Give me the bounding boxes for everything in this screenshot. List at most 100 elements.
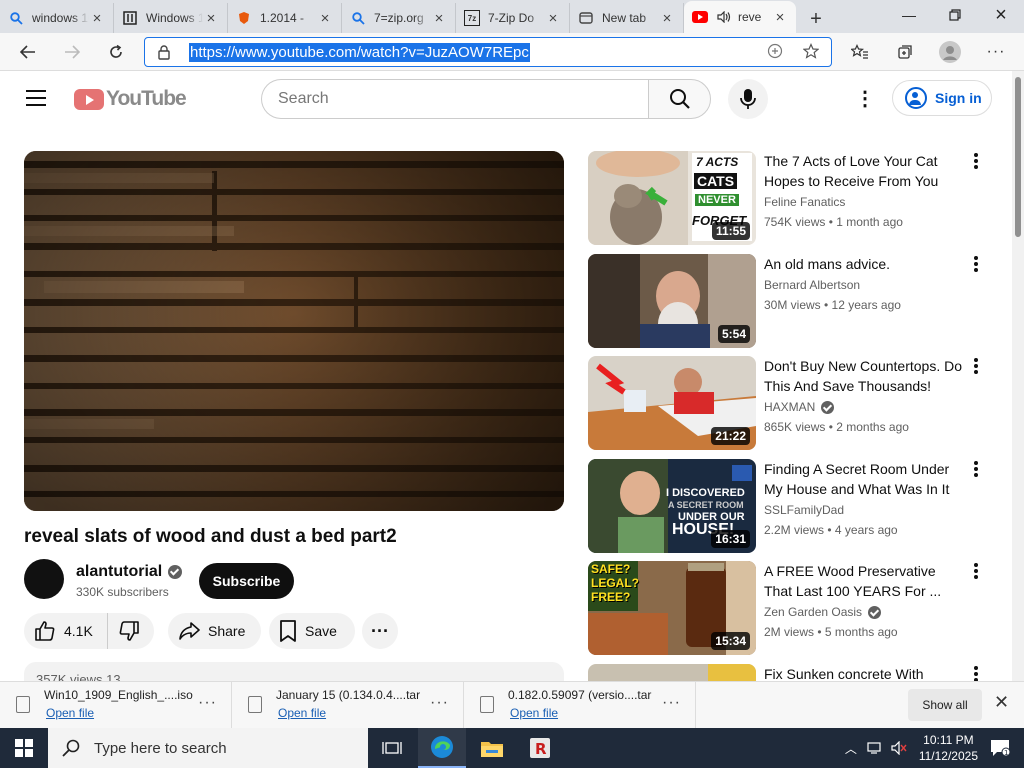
recommendation-item[interactable]: I DISCOVERED A SECRET ROOM UNDER OUR HOU… xyxy=(588,459,1008,553)
recommendation-item[interactable]: SAFE? LEGAL? FREE? 15:34 A FREE Wood Pre… xyxy=(588,561,1008,655)
hamburger-menu-icon[interactable] xyxy=(26,90,46,106)
close-window-icon[interactable]: × xyxy=(978,0,1024,30)
file-explorer-icon[interactable] xyxy=(468,728,516,768)
more-options-icon[interactable] xyxy=(968,563,984,583)
search-button[interactable] xyxy=(648,79,711,119)
voice-search-button[interactable] xyxy=(728,79,768,119)
open-file-link[interactable]: Open file xyxy=(278,706,326,720)
search-input[interactable]: Search xyxy=(261,79,649,119)
task-view-icon[interactable] xyxy=(368,728,416,768)
favorite-star-icon[interactable] xyxy=(801,43,821,63)
share-button[interactable]: Share xyxy=(168,613,261,649)
profile-avatar[interactable] xyxy=(936,38,964,66)
more-options-icon[interactable] xyxy=(968,153,984,173)
recommendation-item[interactable]: Fix Sunken concrete With xyxy=(588,664,1008,681)
chevron-up-icon[interactable]: ︿ xyxy=(845,740,857,757)
download-item[interactable]: 0.182.0.59097 (versio....tar Open file ·… xyxy=(464,682,696,728)
close-icon[interactable]: × xyxy=(431,10,447,27)
video-thumbnail[interactable]: 5:54 xyxy=(588,254,756,348)
restore-icon[interactable] xyxy=(932,0,978,30)
recommendation-title[interactable]: Finding A Secret Room Under My House and… xyxy=(764,459,964,499)
dislike-button[interactable] xyxy=(108,613,148,649)
edge-browser-icon[interactable] xyxy=(418,728,466,768)
video-thumbnail[interactable]: SAFE? LEGAL? FREE? 15:34 xyxy=(588,561,756,655)
channel-name-text[interactable]: HAXMAN xyxy=(764,400,815,414)
more-options-icon[interactable]: ··· xyxy=(430,694,449,712)
refresh-icon[interactable] xyxy=(102,38,130,66)
close-icon[interactable]: × xyxy=(545,10,561,27)
more-options-icon[interactable] xyxy=(968,256,984,276)
tab-windows-search[interactable]: windows 10 × xyxy=(0,3,114,33)
download-item[interactable]: January 15 (0.134.0.4....tar Open file ·… xyxy=(232,682,464,728)
open-file-link[interactable]: Open file xyxy=(46,706,94,720)
tab-7zip-search[interactable]: 7=zip.org × xyxy=(342,3,456,33)
video-thumbnail[interactable]: I DISCOVERED A SECRET ROOM UNDER OUR HOU… xyxy=(588,459,756,553)
scrollbar-thumb[interactable] xyxy=(1015,77,1021,237)
close-icon[interactable]: × xyxy=(659,10,675,27)
browser-menu-icon[interactable]: ··· xyxy=(982,38,1010,66)
taskbar-search-box[interactable]: Type here to search xyxy=(48,728,368,768)
channel-name[interactable]: alantutorial xyxy=(76,563,183,581)
minimize-icon[interactable]: — xyxy=(886,0,932,30)
recommendation-title[interactable]: The 7 Acts of Love Your Cat Hopes to Rec… xyxy=(764,151,964,191)
channel-name-text[interactable]: alantutorial xyxy=(76,563,162,581)
recommendation-item[interactable]: 21:22 Don't Buy New Countertops. Do This… xyxy=(588,356,1008,450)
tab-new-tab[interactable]: New tab × xyxy=(570,3,684,33)
more-options-icon[interactable] xyxy=(968,461,984,481)
app-r-icon[interactable]: R xyxy=(516,728,564,768)
recommendation-channel[interactable]: HAXMAN xyxy=(764,400,835,414)
system-clock[interactable]: 10:11 PM 11/12/2025 xyxy=(919,732,978,764)
forward-icon[interactable] xyxy=(58,38,86,66)
recommendation-title[interactable]: Don't Buy New Countertops. Do This And S… xyxy=(764,356,964,396)
network-icon[interactable] xyxy=(867,741,883,755)
tab-windows-10[interactable]: Windows 10 × xyxy=(114,3,228,33)
close-icon[interactable]: × xyxy=(772,9,788,26)
volume-muted-icon[interactable] xyxy=(891,741,907,755)
recommendation-item[interactable]: 5:54 An old mans advice. Bernard Alberts… xyxy=(588,254,1008,348)
notification-icon[interactable]: 1 xyxy=(990,739,1010,757)
more-options-icon[interactable] xyxy=(968,666,984,681)
more-actions-icon[interactable]: ··· xyxy=(362,613,398,649)
lock-icon[interactable] xyxy=(157,44,171,60)
close-downloads-icon[interactable]: ✕ xyxy=(994,692,1009,713)
recommendation-channel[interactable]: Feline Fanatics xyxy=(764,195,845,209)
recommendation-item[interactable]: 7 ACTS CATS NEVER FORGET 11:55 The 7 Act… xyxy=(588,151,1008,245)
more-options-icon[interactable]: ··· xyxy=(662,694,681,712)
recommendation-title[interactable]: Fix Sunken concrete With xyxy=(764,664,964,681)
like-button[interactable]: 4.1K xyxy=(24,613,108,649)
description-box[interactable]: 357K views 13 xyxy=(24,662,564,682)
channel-avatar[interactable] xyxy=(24,559,64,599)
video-thumbnail[interactable] xyxy=(588,664,756,681)
channel-name-text[interactable]: Zen Garden Oasis xyxy=(764,605,862,619)
back-icon[interactable] xyxy=(14,38,42,66)
new-tab-button[interactable]: + xyxy=(802,5,830,33)
recommendation-channel[interactable]: Bernard Albertson xyxy=(764,278,860,292)
close-icon[interactable]: × xyxy=(317,10,333,27)
add-icon[interactable] xyxy=(765,43,785,63)
url-text[interactable]: https://www.youtube.com/watch?v=JuzAOW7R… xyxy=(189,43,530,62)
recommendation-title[interactable]: An old mans advice. xyxy=(764,254,964,274)
settings-more-icon[interactable]: ⋮ xyxy=(855,89,875,109)
tab-7zip-download[interactable]: 7z 7-Zip Do × xyxy=(456,3,570,33)
save-button[interactable]: Save xyxy=(269,613,355,649)
recommendation-channel[interactable]: SSLFamilyDad xyxy=(764,503,844,517)
more-options-icon[interactable] xyxy=(968,358,984,378)
video-thumbnail[interactable]: 7 ACTS CATS NEVER FORGET 11:55 xyxy=(588,151,756,245)
sign-in-button[interactable]: Sign in xyxy=(892,80,992,116)
youtube-logo[interactable]: YouTube xyxy=(74,87,187,111)
video-thumbnail[interactable]: 21:22 xyxy=(588,356,756,450)
tab-1-2014[interactable]: 1.2014 - × xyxy=(228,3,342,33)
recommendation-title[interactable]: A FREE Wood Preservative That Last 100 Y… xyxy=(764,561,964,601)
subscribe-button[interactable]: Subscribe xyxy=(199,563,294,599)
recommendation-channel[interactable]: Zen Garden Oasis xyxy=(764,605,882,619)
show-all-downloads-button[interactable]: Show all xyxy=(908,689,982,721)
download-item[interactable]: Win10_1909_English_....iso Open file ··· xyxy=(0,682,232,728)
page-scrollbar[interactable] xyxy=(1012,71,1024,681)
speaker-icon[interactable] xyxy=(716,9,732,25)
address-bar[interactable]: https://www.youtube.com/watch?v=JuzAOW7R… xyxy=(144,37,832,67)
close-icon[interactable]: × xyxy=(203,10,219,27)
video-player[interactable] xyxy=(24,151,564,511)
favorites-icon[interactable] xyxy=(846,38,874,66)
more-options-icon[interactable]: ··· xyxy=(198,694,217,712)
start-button[interactable] xyxy=(0,728,48,768)
